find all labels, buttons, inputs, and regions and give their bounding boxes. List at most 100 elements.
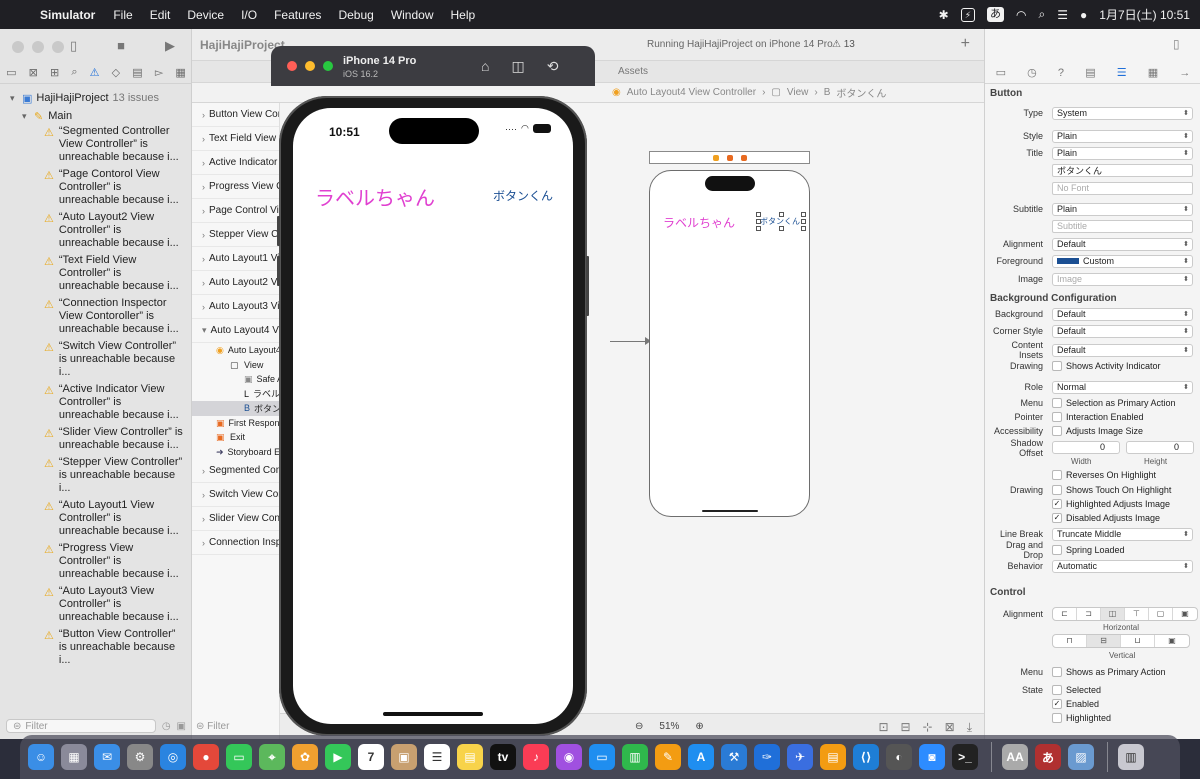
chevron-right-icon[interactable]: › xyxy=(202,466,205,476)
title-popup[interactable]: Plain ⬍ xyxy=(1052,146,1193,160)
chrome-icon[interactable]: ● xyxy=(193,744,219,770)
issue-item[interactable]: ⚠ “Stepper View Controller” is unreachabl… xyxy=(0,456,192,495)
interaction-enabled-checkbox[interactable]: Interaction Enabled xyxy=(1052,412,1144,422)
add-constraints-icon[interactable]: ⊹ xyxy=(923,720,933,735)
keynote-icon[interactable]: ▭ xyxy=(589,744,615,770)
notion-icon[interactable]: ▣ xyxy=(391,744,417,770)
issue-item[interactable]: ⚠ “Auto Layout2 View Controller” is unrea… xyxy=(0,211,192,250)
shows-activity-checkbox[interactable]: Shows Activity Indicator xyxy=(1052,361,1161,371)
chevron-down-icon[interactable]: ▾ xyxy=(22,111,34,122)
symbol-navigator-icon[interactable]: ⊞ xyxy=(50,66,59,79)
embed-in-icon[interactable]: ⤓ xyxy=(967,720,972,735)
resolve-issues-icon[interactable]: ⊠ xyxy=(945,720,955,735)
rotate-icon[interactable]: ⟲ xyxy=(547,58,559,75)
zoom-icon[interactable]: ◙ xyxy=(919,744,945,770)
find-navigator-icon[interactable]: ⌕ xyxy=(71,66,77,79)
checkbox[interactable]: ✓ xyxy=(1052,499,1062,509)
screenshot-icon[interactable]: ◫ xyxy=(511,58,524,75)
reminders-icon[interactable]: ☰ xyxy=(424,744,450,770)
font-field[interactable]: No Font xyxy=(1052,181,1193,195)
behavior-popup[interactable]: Automatic ⬍ xyxy=(1052,559,1193,573)
chevron-right-icon[interactable]: › xyxy=(202,110,205,120)
breadcrumb-button[interactable]: ボタンくん xyxy=(836,85,886,100)
chevron-right-icon[interactable]: › xyxy=(202,230,205,240)
issue-item[interactable]: ⚠ “Active Indicator View Controller” is u… xyxy=(0,383,192,422)
vscode-icon[interactable]: ⟨⟩ xyxy=(853,744,879,770)
menu-help[interactable]: Help xyxy=(451,8,476,22)
resize-handle[interactable] xyxy=(779,212,784,217)
project-navigator-icon[interactable]: ▭ xyxy=(6,66,16,79)
trash-icon[interactable]: ▥ xyxy=(1118,744,1144,770)
checkbox[interactable] xyxy=(1052,713,1062,723)
history-inspector-icon[interactable]: ◷ xyxy=(1027,66,1037,79)
outline-scene[interactable]: ›Auto Layout3 View Controller Scene xyxy=(192,295,279,319)
chevron-right-icon[interactable]: › xyxy=(202,302,205,312)
outline-button[interactable]: Bボタンくん xyxy=(192,401,279,416)
alignment-popup[interactable]: Default ⬍ xyxy=(1052,237,1193,251)
menu-edit[interactable]: Edit xyxy=(150,8,171,22)
simulator-icon[interactable]: ✈ xyxy=(787,744,813,770)
chevron-right-icon[interactable]: › xyxy=(202,206,205,216)
resize-handle[interactable] xyxy=(801,212,806,217)
messages-icon[interactable]: ▭ xyxy=(226,744,252,770)
source-control-icon[interactable]: ⊠ xyxy=(29,66,38,79)
breadcrumb-controller[interactable]: Auto Layout4 View Controller xyxy=(627,87,756,98)
chevron-right-icon[interactable]: › xyxy=(202,538,205,548)
background-popup[interactable]: Default ⬍ xyxy=(1052,307,1193,321)
safari-icon[interactable]: ◎ xyxy=(160,744,186,770)
highlighted-adjusts-checkbox[interactable]: ✓ Highlighted Adjusts Image xyxy=(1052,499,1170,509)
issue-item[interactable]: ⚠ “Segmented Controller View Controller” … xyxy=(0,125,192,164)
wifi-icon[interactable]: ◠ xyxy=(1016,8,1026,22)
subtitle-text-field[interactable]: Subtitle xyxy=(1052,219,1193,233)
issue-item[interactable]: ⚠ “Auto Layout1 View Controller” is unrea… xyxy=(0,499,192,538)
scene-preview[interactable]: ラベルちゃん ボタンくん xyxy=(649,170,810,517)
checkbox[interactable] xyxy=(1052,485,1062,495)
control-center-icon[interactable]: ☰ xyxy=(1057,8,1068,22)
dictionary-icon[interactable]: あ xyxy=(1035,744,1061,770)
horizontal-alignment-segmented[interactable]: ⊏ ⊐ ◫ ⊤ ▢ ▣ xyxy=(1052,607,1198,621)
numbers-icon[interactable]: ▥ xyxy=(622,744,648,770)
resize-handle[interactable] xyxy=(779,226,784,231)
outline-scene-expanded[interactable]: ▾Auto Layout4 View Controller Scene xyxy=(192,319,279,343)
menu-device[interactable]: Device xyxy=(187,8,224,22)
outline-scene[interactable]: ›Button View Controller Scene xyxy=(192,103,279,127)
outline-scene[interactable]: ›Slider View Controller Scene xyxy=(192,507,279,531)
notes-icon[interactable]: ▤ xyxy=(457,744,483,770)
chevron-right-icon[interactable]: › xyxy=(202,158,205,168)
style-popup[interactable]: Plain ⬍ xyxy=(1052,129,1193,143)
menu-file[interactable]: File xyxy=(113,8,132,22)
menu-io[interactable]: I/O xyxy=(241,8,257,22)
zoom-window-button[interactable] xyxy=(52,41,64,53)
checkbox[interactable]: ✓ xyxy=(1052,699,1062,709)
tab-assets[interactable]: Assets xyxy=(618,66,648,77)
home-indicator[interactable] xyxy=(383,712,483,716)
xcode-icon[interactable]: ⚒ xyxy=(721,744,747,770)
responder-dock-icon[interactable] xyxy=(726,154,733,161)
close-simulator-button[interactable] xyxy=(287,61,297,71)
siri-icon[interactable]: ● xyxy=(1080,8,1087,22)
zoom-level[interactable]: 51% xyxy=(659,721,679,732)
outline-label[interactable]: Lラベルちゃん xyxy=(192,387,279,402)
checkbox[interactable] xyxy=(1052,685,1062,695)
content-insets-popup[interactable]: Default ⬍ xyxy=(1052,343,1193,357)
outline-entry-point[interactable]: ➜Storyboard Entry Point xyxy=(192,445,279,460)
file-inspector-icon[interactable]: ▭ xyxy=(996,66,1006,79)
chevron-right-icon[interactable]: › xyxy=(202,182,205,192)
launchpad-icon[interactable]: ▦ xyxy=(61,744,87,770)
instruments-icon[interactable]: ✑ xyxy=(754,744,780,770)
identity-inspector-icon[interactable]: ▤ xyxy=(1085,66,1095,79)
resize-handle[interactable] xyxy=(756,219,761,224)
issue-item[interactable]: ⚠ “Page Contorol View Controller” is unre… xyxy=(0,168,192,207)
selection-primary-checkbox[interactable]: Selection as Primary Action xyxy=(1052,398,1176,408)
issue-item[interactable]: ⚠ “Auto Layout3 View Controller” is unrea… xyxy=(0,585,192,624)
corner-style-popup[interactable]: Default ⬍ xyxy=(1052,324,1193,338)
outline-scene[interactable]: ›Switch View Controller Scene xyxy=(192,483,279,507)
chevron-right-icon[interactable]: › xyxy=(202,254,205,264)
warning-count[interactable]: ⚠ 13 xyxy=(832,39,855,50)
state-enabled-checkbox[interactable]: ✓ Enabled xyxy=(1052,699,1099,709)
checkbox[interactable] xyxy=(1052,545,1062,555)
disabled-adjusts-checkbox[interactable]: ✓ Disabled Adjusts Image xyxy=(1052,513,1160,523)
font-book-icon[interactable]: AA xyxy=(1002,744,1028,770)
chevron-down-icon[interactable]: ▾ xyxy=(202,325,207,336)
reverses-checkbox[interactable]: Reverses On Highlight xyxy=(1052,470,1156,480)
